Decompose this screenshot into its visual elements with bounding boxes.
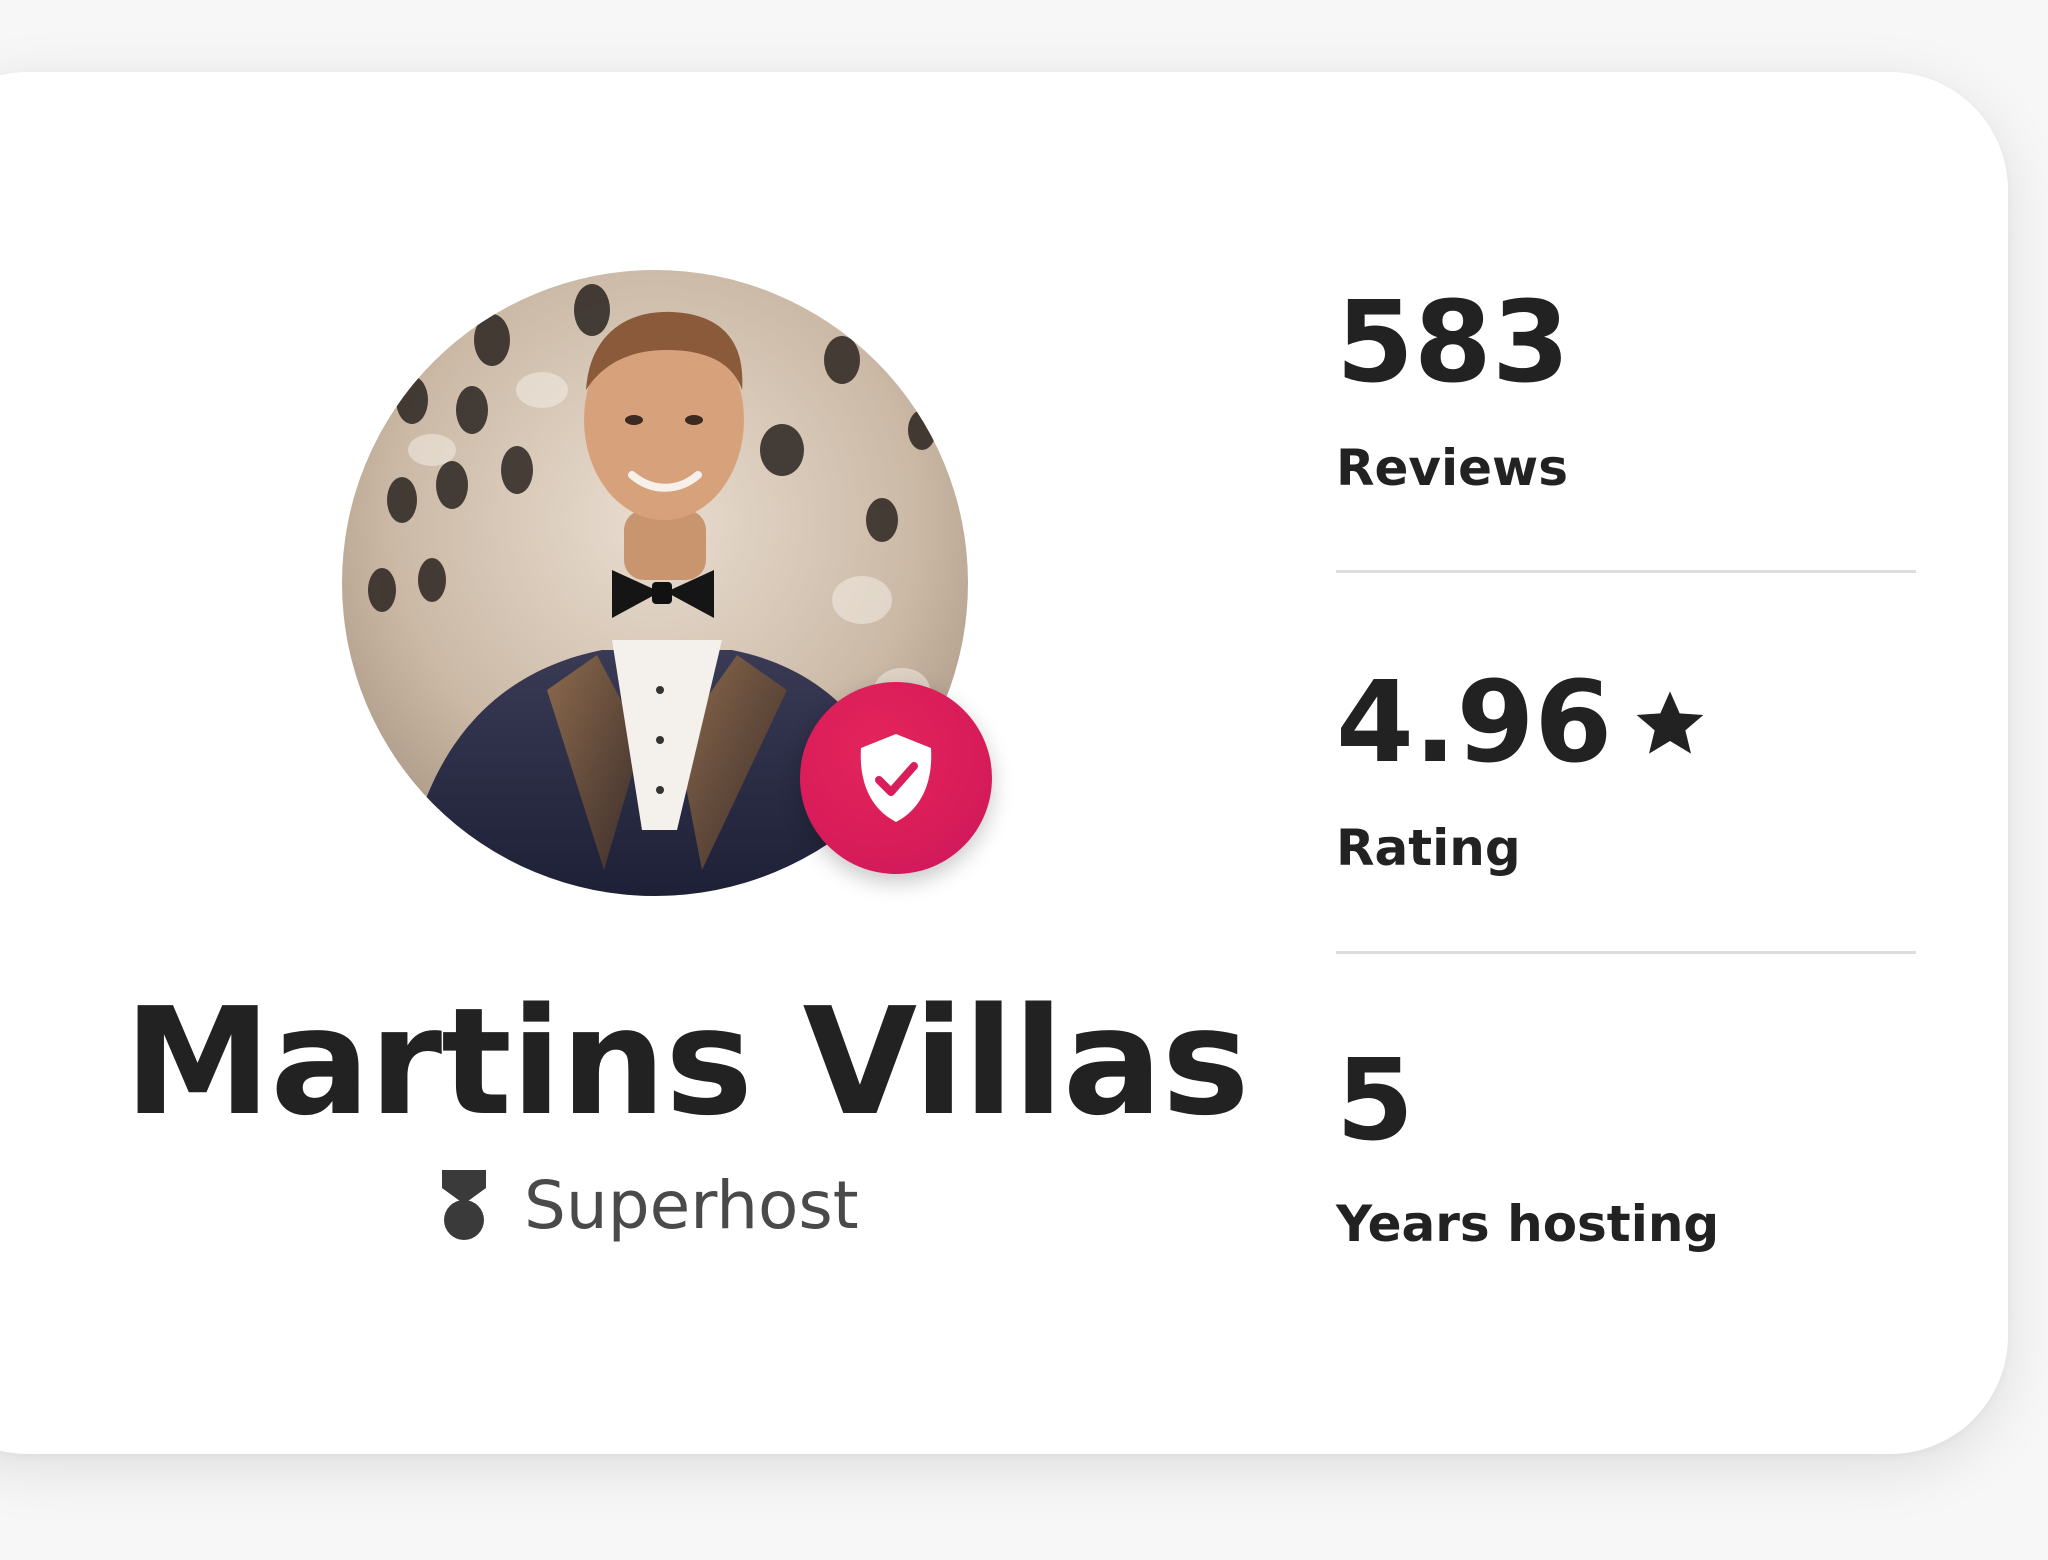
star-icon (1637, 691, 1704, 754)
stats-divider (1336, 951, 1916, 954)
host-name: Martins Villas (124, 976, 1250, 1148)
reviews-count: 583 (1336, 278, 1570, 408)
superhost-badge: Superhost (438, 1160, 859, 1250)
rating-number: 4.96 (1336, 658, 1613, 788)
avatar-container (342, 270, 992, 896)
host-stats: 583 Reviews 4.96 Rating 5 Years hosting (1336, 0, 1916, 1300)
reviews-label: Reviews (1336, 439, 1569, 497)
stats-divider (1336, 570, 1916, 573)
verified-badge (800, 682, 992, 874)
shield-check-icon (860, 734, 932, 822)
years-hosting-label: Years hosting (1336, 1195, 1720, 1253)
superhost-label: Superhost (524, 1166, 859, 1244)
rating-value: 4.96 (1336, 658, 1710, 788)
years-hosting-count: 5 (1336, 1036, 1414, 1166)
superhost-medal-icon (442, 1170, 486, 1240)
rating-label: Rating (1336, 819, 1521, 877)
